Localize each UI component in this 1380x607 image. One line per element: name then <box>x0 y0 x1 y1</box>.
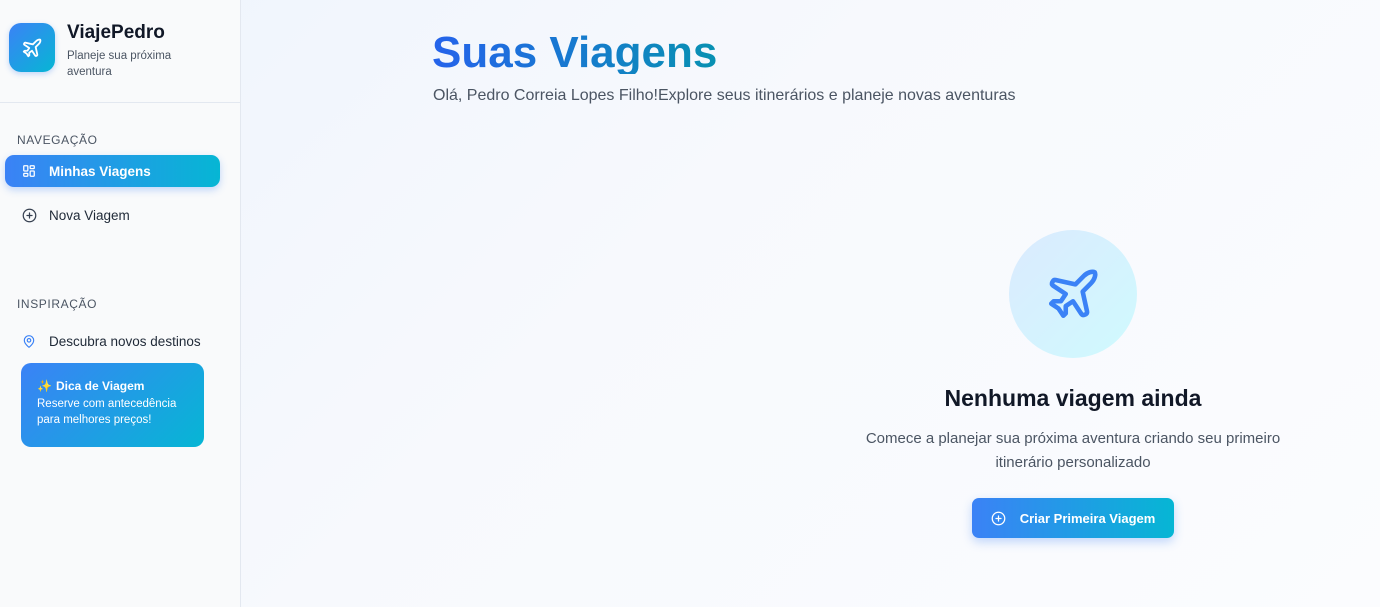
empty-state-description: Comece a planejar sua próxima aventura c… <box>865 430 1281 471</box>
tip-title: Dica de Viagem <box>55 379 145 393</box>
create-first-trip-button[interactable]: Criar Primeira Viagem <box>972 498 1174 538</box>
nav-section-label: NAVEGAÇÃO <box>17 133 98 147</box>
grid-icon <box>21 163 37 179</box>
sidebar: ViajePedro Planeje sua próxima aventura … <box>0 0 241 607</box>
sidebar-item-label: Nova Viagem <box>49 207 130 223</box>
button-label: Criar Primeira Viagem <box>1019 510 1156 526</box>
sidebar-item-descubra-destinos[interactable]: Descubra novos destinos <box>5 325 220 357</box>
plus-circle-icon <box>991 511 1006 526</box>
empty-state-title: Nenhuma viagem ainda <box>944 385 1202 411</box>
tip-body: Reserve com antecedência para melhores p… <box>37 398 177 426</box>
brand-name: ViajePedro <box>67 22 165 43</box>
sparkles-icon: ✨ <box>37 379 52 393</box>
travel-tip-card: ✨ Dica de Viagem Reserve com antecedênci… <box>21 363 204 447</box>
plane-icon <box>1009 230 1137 358</box>
page-title: Suas Viagens <box>432 28 718 74</box>
page-subtitle: Olá, Pedro Correia Lopes Filho!Explore s… <box>433 87 1016 104</box>
plus-circle-icon <box>21 207 37 223</box>
brand-tagline: Planeje sua próxima aventura <box>67 50 172 78</box>
sidebar-item-nova-viagem[interactable]: Nova Viagem <box>5 199 220 231</box>
inspiration-section-label: INSPIRAÇÃO <box>17 297 98 311</box>
brand-header: ViajePedro Planeje sua próxima aventura <box>0 0 240 103</box>
sidebar-item-minhas-viagens[interactable]: Minhas Viagens <box>5 155 220 187</box>
sidebar-item-label: Descubra novos destinos <box>49 333 201 349</box>
map-pin-icon <box>21 333 37 349</box>
sidebar-item-label: Minhas Viagens <box>49 163 151 179</box>
plane-icon[interactable] <box>9 23 55 72</box>
